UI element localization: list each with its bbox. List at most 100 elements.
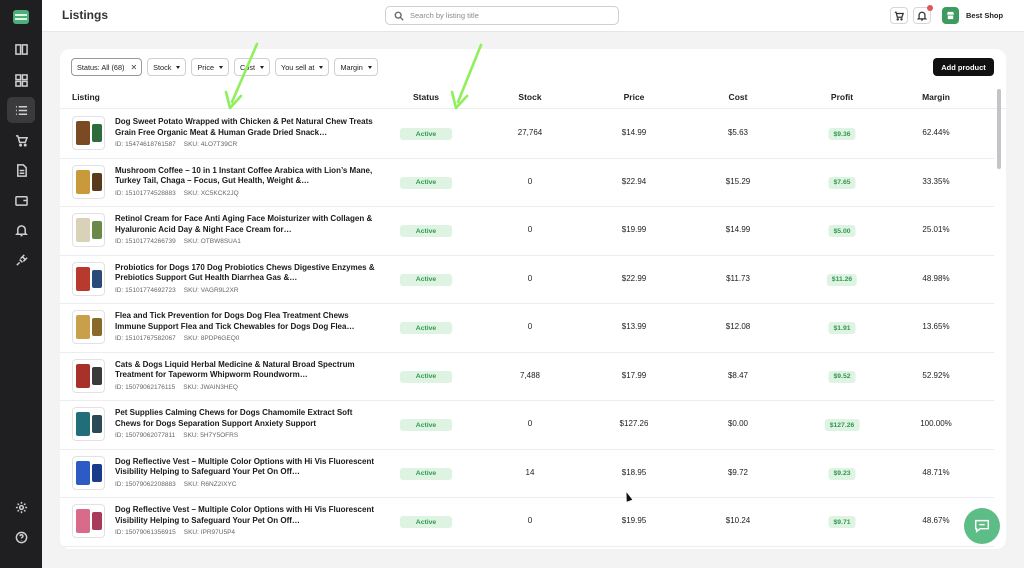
nav-help-icon[interactable]: [7, 524, 35, 550]
nav-listings-icon[interactable]: [7, 97, 35, 123]
chevron-down-icon: [319, 65, 324, 69]
product-thumbnail[interactable]: [72, 116, 105, 150]
product-thumbnail[interactable]: [72, 213, 105, 247]
listing-ids: ID: 15101774692723 SKU: VAGR9L2XR: [115, 287, 239, 294]
stock-filter[interactable]: Stock: [147, 58, 187, 76]
listing-id: ID: 15101774266739: [115, 238, 176, 245]
listing-title[interactable]: Probiotics for Dogs 170 Dog Probiotics C…: [115, 263, 377, 284]
listing-ids: ID: 15101774266739 SKU: OTBW8SUA1: [115, 238, 241, 245]
nav-bell-icon[interactable]: [7, 217, 35, 243]
listing-ids: ID: 15101767582067 SKU: 8PDP6GEQ0: [115, 335, 239, 342]
status-badge: Active: [400, 176, 452, 189]
listing-ids: ID: 15101774528883 SKU: XC5KCK2JQ: [115, 190, 239, 197]
header-profit[interactable]: Profit: [831, 92, 853, 102]
nav-book-icon[interactable]: [7, 36, 35, 62]
table-row[interactable]: Dog Reflective Vest – Multiple Color Opt…: [60, 498, 994, 547]
header-status[interactable]: Status: [413, 92, 439, 102]
listing-title[interactable]: Mushroom Coffee – 10 in 1 Instant Coffee…: [115, 166, 377, 187]
header-listing[interactable]: Listing: [72, 92, 100, 102]
cost-filter[interactable]: Cost: [234, 58, 271, 76]
product-image-secondary: [91, 512, 102, 530]
notifications-button[interactable]: [913, 5, 933, 24]
product-thumbnail[interactable]: [72, 310, 105, 344]
cost-value: $5.63: [727, 128, 749, 137]
table-row[interactable]: Dog Reflective Vest – Multiple Color Opt…: [60, 450, 994, 498]
chevron-down-icon: [367, 65, 372, 69]
margin-value: 52.92%: [922, 370, 950, 380]
clear-filter-icon[interactable]: ✕: [130, 63, 137, 72]
header-stock[interactable]: Stock: [518, 92, 541, 102]
listing-id: ID: 15474618761587: [115, 141, 176, 148]
table-row[interactable]: Dog Sweet Potato Wrapped with Chicken & …: [60, 110, 994, 159]
table-row[interactable]: Flea and Tick Prevention for Dogs Dog Fl…: [60, 304, 994, 353]
chat-icon: [974, 519, 990, 533]
profit-badge: $9.52: [828, 370, 856, 383]
header-cost[interactable]: Cost: [729, 92, 748, 102]
nav-plug-icon[interactable]: [7, 247, 35, 273]
listing-title[interactable]: Dog Sweet Potato Wrapped with Chicken & …: [115, 117, 377, 138]
profit-badge: $11.26: [826, 273, 858, 286]
listing-sku: SKU: OTBW8SUA1: [183, 238, 241, 245]
nav-document-icon[interactable]: [7, 157, 35, 183]
search-icon: [394, 11, 404, 21]
listing-title[interactable]: Dog Reflective Vest – Multiple Color Opt…: [115, 457, 377, 478]
listing-sku: SKU: R6NZ2IXYC: [183, 480, 237, 488]
listing-title[interactable]: Pet Supplies Calming Chews for Dogs Cham…: [115, 408, 377, 429]
product-image-secondary: [91, 269, 102, 288]
profit-badge: $5.00: [828, 225, 856, 237]
add-product-button[interactable]: Add product: [933, 58, 994, 76]
table-row[interactable]: Pet Supplies Calming Chews for Dogs Cham…: [60, 401, 994, 450]
profit-badge: $9.36: [828, 128, 856, 140]
listing-sku: SKU: 5H7Y5OFRS: [183, 432, 239, 439]
product-image: [75, 315, 90, 339]
margin-filter[interactable]: Margin: [334, 58, 378, 76]
product-thumbnail[interactable]: [72, 504, 105, 538]
cost-filter-label: Cost: [240, 62, 256, 72]
header-margin[interactable]: Margin: [922, 92, 950, 102]
product-image-secondary: [91, 221, 102, 239]
product-thumbnail[interactable]: [72, 455, 105, 490]
listing-id: ID: 15101767582067: [115, 335, 176, 342]
product-thumbnail[interactable]: [72, 164, 105, 199]
nav-cart-icon[interactable]: [7, 127, 35, 153]
you-sell-at-filter[interactable]: You sell at: [275, 58, 330, 76]
status-filter[interactable]: Status: All (68) ✕: [71, 58, 143, 76]
chevron-down-icon: [219, 65, 224, 69]
chat-support-button[interactable]: [964, 508, 1000, 544]
stock-value: 27,764: [517, 128, 543, 137]
search-box[interactable]: [385, 6, 619, 25]
listing-sku: SKU: IPR97U5P4: [183, 529, 236, 536]
listing-title[interactable]: Cats & Dogs Liquid Herbal Medicine & Nat…: [115, 360, 377, 381]
header-price[interactable]: Price: [624, 92, 645, 102]
table-row[interactable]: Probiotics for Dogs 170 Dog Probiotics C…: [60, 256, 994, 304]
product-thumbnail[interactable]: [72, 261, 105, 296]
table-header: Listing Status Stock Price Cost Profit M…: [60, 89, 1006, 109]
price-value: $17.99: [621, 370, 647, 380]
cost-value: $10.24: [725, 516, 751, 525]
listing-title[interactable]: Retinol Cream for Face Anti Aging Face M…: [115, 214, 377, 235]
table-row[interactable]: Mushroom Coffee – 10 in 1 Instant Coffee…: [60, 159, 994, 207]
search-input[interactable]: [410, 11, 610, 20]
listing-title[interactable]: Dog Reflective Vest – Multiple Color Opt…: [115, 505, 377, 526]
product-image: [75, 363, 90, 388]
price-filter[interactable]: Price: [191, 58, 230, 76]
nav-dashboard-icon[interactable]: [7, 67, 35, 93]
product-thumbnail[interactable]: [72, 407, 105, 441]
scrollbar[interactable]: [997, 89, 1001, 169]
price-value: $22.94: [621, 176, 647, 186]
listing-ids: ID: 15079061356915 SKU: IPR97U5P4: [115, 529, 235, 536]
table-row[interactable]: Cats & Dogs Liquid Herbal Medicine & Nat…: [60, 353, 994, 401]
product-thumbnail[interactable]: [72, 358, 105, 393]
app-logo-icon[interactable]: [13, 10, 29, 24]
nav-settings-icon[interactable]: [7, 494, 35, 520]
nav-wallet-icon[interactable]: [7, 187, 35, 213]
product-image-secondary: [91, 366, 102, 385]
listing-ids: ID: 15079062077811 SKU: 5H7Y5OFRS: [115, 432, 238, 439]
store-icon: [946, 11, 955, 20]
shop-switcher[interactable]: Best Shop: [942, 6, 1003, 25]
table-row[interactable]: Retinol Cream for Face Anti Aging Face M…: [60, 207, 994, 256]
listing-title[interactable]: Flea and Tick Prevention for Dogs Dog Fl…: [115, 311, 377, 332]
cart-button[interactable]: [890, 7, 908, 24]
status-badge: Active: [400, 225, 452, 237]
stock-value: 0: [527, 419, 533, 428]
